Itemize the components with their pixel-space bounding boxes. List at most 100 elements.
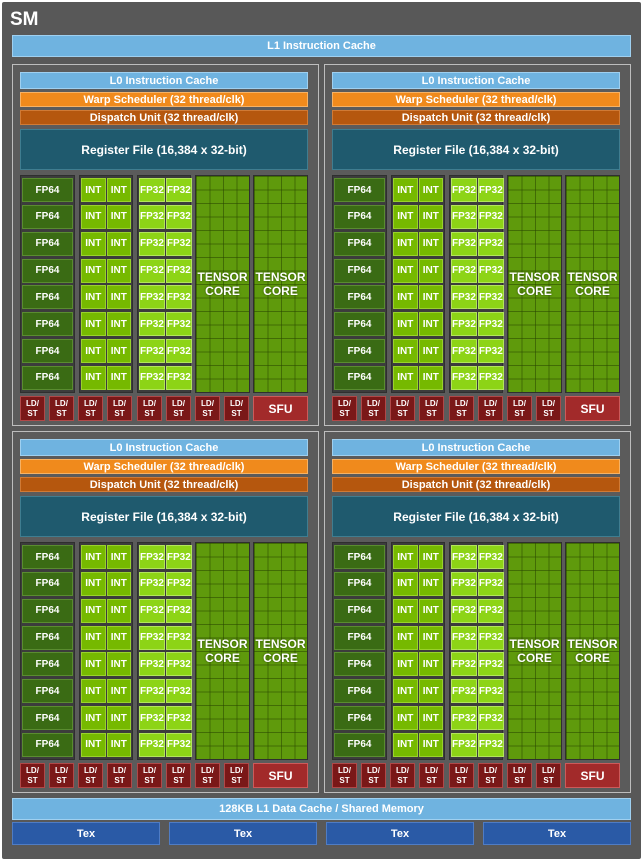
fp32-unit: FP32 [451, 679, 477, 704]
fp32-unit: FP32 [165, 625, 192, 650]
int-row: INT INT [81, 571, 131, 596]
ldst-unit: LD/ ST [536, 396, 561, 421]
fp64-unit: FP64 [334, 706, 385, 731]
fp32-unit: FP32 [139, 625, 165, 650]
int-unit: INT [106, 312, 131, 337]
int-unit: INT [393, 571, 418, 596]
int-unit: INT [81, 571, 106, 596]
fp32-unit: FP32 [165, 285, 192, 310]
l0-instruction-cache: L0 Instruction Cache [20, 72, 308, 89]
fp64-unit: FP64 [22, 732, 73, 757]
fp32-unit: FP32 [165, 178, 192, 202]
register-file: Register File (16,384 x 32-bit) [332, 496, 620, 537]
processing-block-3: L0 Instruction Cache Warp Scheduler (32 … [12, 431, 319, 793]
int-unit: INT [418, 652, 443, 677]
int-unit: INT [81, 598, 106, 623]
fp32-row: FP32 FP32 [451, 231, 504, 256]
int-unit: INT [418, 732, 443, 757]
tensor-core: TENSOR CORE [195, 175, 250, 393]
fp64-unit: FP64 [334, 679, 385, 704]
fp32-unit: FP32 [477, 625, 504, 650]
fp32-unit: FP32 [165, 231, 192, 256]
ldst-unit: LD/ ST [419, 763, 444, 788]
fp32-row: FP32 FP32 [139, 178, 192, 202]
int-row: INT INT [81, 258, 131, 283]
tensor-core: TENSOR CORE [253, 542, 308, 760]
int-unit: INT [393, 598, 418, 623]
int-unit: INT [393, 312, 418, 337]
int-unit: INT [418, 571, 443, 596]
int-unit: INT [393, 679, 418, 704]
int-unit: INT [418, 178, 443, 202]
fp32-unit: FP32 [477, 571, 504, 596]
fp64-row: FP64 [334, 285, 385, 310]
ldst-unit: LD/ ST [107, 396, 132, 421]
int-unit: INT [418, 679, 443, 704]
tensor-core: TENSOR CORE [565, 542, 620, 760]
int-row: INT INT [81, 339, 131, 364]
int-unit: INT [393, 258, 418, 283]
fp32-unit: FP32 [451, 652, 477, 677]
fp32-column: FP32 FP32 FP32 FP32 FP32 FP32 FP32 FP32 FP32 FP32… [137, 175, 192, 393]
int-unit: INT [81, 285, 106, 310]
l1-data-cache: 128KB L1 Data Cache / Shared Memory [12, 798, 631, 820]
fp64-unit: FP64 [22, 545, 73, 569]
int-unit: INT [393, 204, 418, 229]
fp32-unit: FP32 [451, 732, 477, 757]
int-unit: INT [418, 365, 443, 390]
tex-unit: Tex [483, 822, 631, 845]
fp32-unit: FP32 [139, 312, 165, 337]
int-unit: INT [81, 339, 106, 364]
int-row: INT INT [81, 679, 131, 704]
fp64-unit: FP64 [22, 312, 73, 337]
fp32-unit: FP32 [451, 178, 477, 202]
fp32-unit: FP32 [139, 545, 165, 569]
fp32-unit: FP32 [165, 679, 192, 704]
fp32-unit: FP32 [477, 258, 504, 283]
int-row: INT INT [81, 231, 131, 256]
fp64-unit: FP64 [334, 204, 385, 229]
fp32-row: FP32 FP32 [139, 679, 192, 704]
int-unit: INT [106, 679, 131, 704]
fp32-unit: FP32 [451, 625, 477, 650]
int-row: INT INT [81, 732, 131, 757]
processing-block-2: L0 Instruction Cache Warp Scheduler (32 … [324, 64, 631, 426]
int-unit: INT [106, 231, 131, 256]
fp64-row: FP64 [22, 231, 73, 256]
ldst-unit: LD/ ST [419, 396, 444, 421]
fp64-row: FP64 [22, 652, 73, 677]
fp64-unit: FP64 [334, 571, 385, 596]
fp32-row: FP32 FP32 [139, 545, 192, 569]
fp32-unit: FP32 [165, 598, 192, 623]
int-row: INT INT [81, 312, 131, 337]
fp64-row: FP64 [22, 571, 73, 596]
fp64-column: FP64 FP64 FP64 FP64 FP64 FP64 FP64 FP64 [332, 542, 387, 760]
fp32-row: FP32 FP32 [451, 679, 504, 704]
fp64-row: FP64 [334, 258, 385, 283]
fp64-row: FP64 [22, 625, 73, 650]
fp32-unit: FP32 [477, 231, 504, 256]
fp64-unit: FP64 [334, 178, 385, 202]
ldst-unit: LD/ ST [49, 763, 74, 788]
int-row: INT INT [81, 285, 131, 310]
int-unit: INT [418, 258, 443, 283]
fp64-row: FP64 [22, 706, 73, 731]
fp32-unit: FP32 [139, 365, 165, 390]
dispatch-unit: Dispatch Unit (32 thread/clk) [332, 477, 620, 492]
int-column: INT INT INT INT INT INT INT INT INT INT INT INT INT I… [391, 175, 445, 393]
fp32-unit: FP32 [451, 258, 477, 283]
int-row: INT INT [81, 204, 131, 229]
int-row: INT INT [393, 598, 443, 623]
fp32-unit: FP32 [139, 706, 165, 731]
int-row: INT INT [81, 652, 131, 677]
fp32-unit: FP32 [451, 312, 477, 337]
tex-unit: Tex [326, 822, 474, 845]
l0-instruction-cache: L0 Instruction Cache [332, 439, 620, 456]
int-unit: INT [393, 285, 418, 310]
int-row: INT INT [393, 706, 443, 731]
int-unit: INT [106, 625, 131, 650]
fp64-unit: FP64 [334, 625, 385, 650]
ldst-unit: LD/ ST [166, 763, 191, 788]
int-unit: INT [418, 625, 443, 650]
fp32-unit: FP32 [451, 545, 477, 569]
